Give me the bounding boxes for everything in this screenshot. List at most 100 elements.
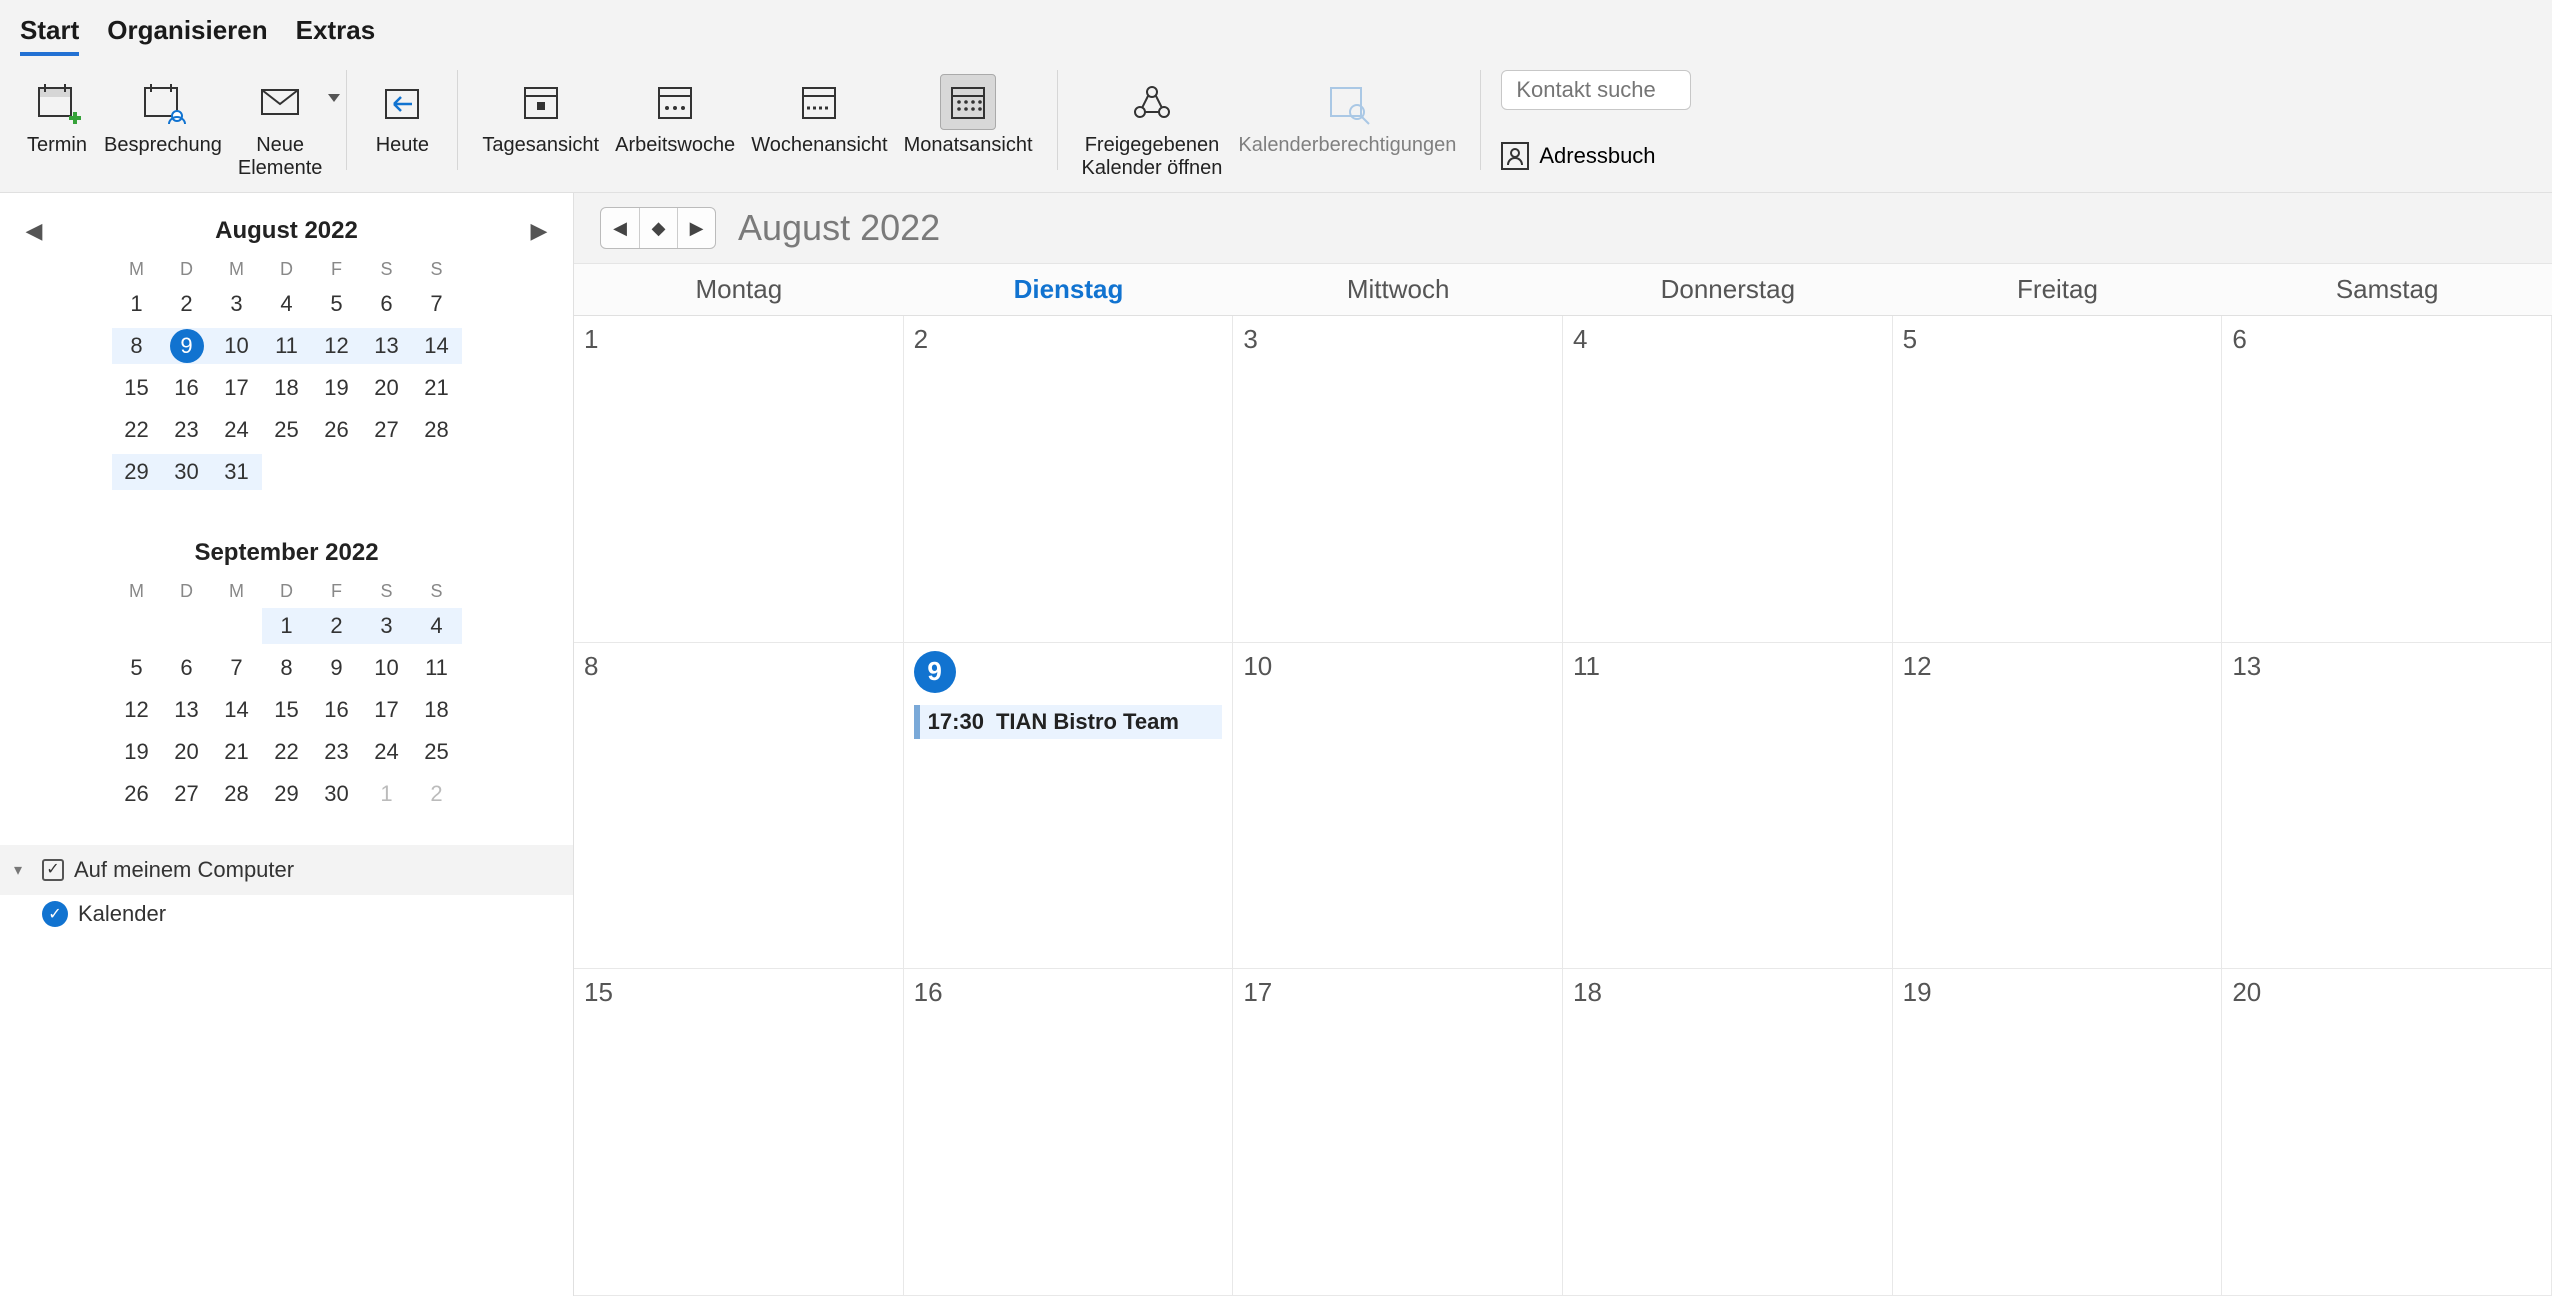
mini-cal-day[interactable]: 13 (362, 328, 412, 364)
day-cell[interactable]: 8 (574, 643, 904, 970)
ribbon-tagesansicht[interactable]: Tagesansicht (478, 70, 603, 161)
day-cell[interactable]: 11 (1563, 643, 1893, 970)
mini-cal-day[interactable]: 26 (112, 776, 162, 812)
mini-cal-day[interactable]: 23 (312, 734, 362, 770)
mini-cal-day[interactable]: 29 (112, 454, 162, 490)
mini-cal-day[interactable]: 15 (112, 370, 162, 406)
mini-cal-day[interactable]: 29 (262, 776, 312, 812)
mini-cal-day[interactable]: 11 (412, 650, 462, 686)
mini-cal-day[interactable]: 30 (162, 454, 212, 490)
mini-cal-prev[interactable]: ◀ (20, 217, 48, 245)
mini-cal-day[interactable]: 25 (262, 412, 312, 448)
ribbon-arbeitswoche[interactable]: Arbeitswoche (611, 70, 739, 161)
ribbon-wochenansicht[interactable]: Wochenansicht (747, 70, 891, 161)
mini-cal-day[interactable]: 22 (112, 412, 162, 448)
mini-cal-day[interactable]: 24 (362, 734, 412, 770)
mini-cal-day[interactable]: 10 (362, 650, 412, 686)
contact-search-input[interactable] (1501, 70, 1691, 110)
checkbox-icon[interactable]: ✓ (42, 859, 64, 881)
mini-cal-day[interactable]: 14 (212, 692, 262, 728)
day-cell[interactable]: 3 (1233, 316, 1563, 643)
mini-cal-day[interactable]: 22 (262, 734, 312, 770)
ribbon-freigegeben[interactable]: Freigegebenen Kalender öffnen (1078, 70, 1227, 184)
mini-cal-day[interactable]: 21 (212, 734, 262, 770)
mini-cal-day[interactable]: 5 (312, 286, 362, 322)
mini-cal-day[interactable]: 9 (162, 328, 212, 364)
mini-cal-day[interactable]: 3 (212, 286, 262, 322)
day-cell[interactable]: 19 (1893, 969, 2223, 1296)
ribbon-termin[interactable]: Termin (22, 70, 92, 161)
mini-cal-day[interactable]: 14 (412, 328, 462, 364)
mini-cal-day[interactable]: 1 (262, 608, 312, 644)
day-cell[interactable]: 20 (2222, 969, 2552, 1296)
mini-cal-day[interactable]: 12 (312, 328, 362, 364)
cal-today-button[interactable]: ◆ (639, 208, 677, 248)
mini-cal-day[interactable]: 15 (262, 692, 312, 728)
mini-cal-day[interactable]: 2 (162, 286, 212, 322)
day-cell[interactable]: 4 (1563, 316, 1893, 643)
mini-cal-day[interactable]: 1 (112, 286, 162, 322)
mini-cal-day[interactable]: 5 (112, 650, 162, 686)
mini-cal-day[interactable]: 20 (362, 370, 412, 406)
tree-kalender[interactable]: ✓ Kalender (0, 895, 573, 933)
mini-cal-day[interactable]: 12 (112, 692, 162, 728)
ribbon-besprechung[interactable]: Besprechung (100, 70, 226, 161)
day-cell[interactable]: 18 (1563, 969, 1893, 1296)
mini-cal-day[interactable]: 19 (312, 370, 362, 406)
mini-cal-day[interactable]: 1 (362, 776, 412, 812)
day-cell[interactable]: 6 (2222, 316, 2552, 643)
day-cell[interactable]: 15 (574, 969, 904, 1296)
mini-cal-day[interactable]: 6 (362, 286, 412, 322)
day-cell[interactable]: 17 (1233, 969, 1563, 1296)
mini-cal-day[interactable]: 20 (162, 734, 212, 770)
mini-cal-day[interactable]: 24 (212, 412, 262, 448)
tab-extras[interactable]: Extras (296, 9, 376, 56)
mini-cal-day[interactable]: 2 (412, 776, 462, 812)
mini-cal-day[interactable]: 3 (362, 608, 412, 644)
mini-cal-day[interactable]: 16 (312, 692, 362, 728)
mini-cal-day[interactable]: 4 (412, 608, 462, 644)
tree-root[interactable]: ▾ ✓ Auf meinem Computer (10, 851, 563, 889)
tab-organisieren[interactable]: Organisieren (107, 9, 267, 56)
mini-cal-day[interactable]: 10 (212, 328, 262, 364)
mini-cal-day[interactable]: 18 (412, 692, 462, 728)
ribbon-neue-elemente[interactable]: Neue Elemente (234, 70, 327, 184)
mini-cal-day[interactable]: 21 (412, 370, 462, 406)
mini-cal-day[interactable]: 9 (312, 650, 362, 686)
cal-next-button[interactable]: ▶ (677, 208, 715, 248)
ribbon-heute[interactable]: Heute (367, 70, 437, 161)
mini-cal-day[interactable]: 16 (162, 370, 212, 406)
mini-cal-day[interactable]: 28 (212, 776, 262, 812)
mini-cal-day[interactable]: 7 (412, 286, 462, 322)
day-cell[interactable]: 13 (2222, 643, 2552, 970)
cal-prev-button[interactable]: ◀ (601, 208, 639, 248)
mini-cal-day[interactable]: 30 (312, 776, 362, 812)
mini-cal-next[interactable]: ▶ (525, 217, 553, 245)
day-cell[interactable]: 1 (574, 316, 904, 643)
mini-cal-day[interactable]: 28 (412, 412, 462, 448)
mini-cal-day[interactable]: 23 (162, 412, 212, 448)
mini-cal-day[interactable]: 8 (112, 328, 162, 364)
mini-cal-day[interactable]: 17 (212, 370, 262, 406)
mini-cal-day[interactable]: 27 (162, 776, 212, 812)
mini-cal-day[interactable]: 4 (262, 286, 312, 322)
mini-cal-day[interactable]: 19 (112, 734, 162, 770)
day-cell[interactable]: 12 (1893, 643, 2223, 970)
mini-cal-day[interactable]: 18 (262, 370, 312, 406)
mini-cal-day[interactable]: 25 (412, 734, 462, 770)
mini-cal-day[interactable]: 27 (362, 412, 412, 448)
mini-cal-day[interactable]: 8 (262, 650, 312, 686)
calendar-event[interactable]: 17:30TIAN Bistro Team (914, 705, 1223, 739)
adressbuch-button[interactable]: Adressbuch (1501, 142, 1655, 170)
mini-cal-day[interactable]: 11 (262, 328, 312, 364)
mini-cal-day[interactable]: 31 (212, 454, 262, 490)
day-cell[interactable]: 2 (904, 316, 1234, 643)
day-cell[interactable]: 10 (1233, 643, 1563, 970)
mini-cal-day[interactable]: 13 (162, 692, 212, 728)
day-cell[interactable]: 917:30TIAN Bistro Team (904, 643, 1234, 970)
mini-cal-day[interactable]: 6 (162, 650, 212, 686)
mini-cal-day[interactable]: 7 (212, 650, 262, 686)
ribbon-monatsansicht[interactable]: Monatsansicht (900, 70, 1037, 161)
day-cell[interactable]: 5 (1893, 316, 2223, 643)
mini-cal-day[interactable]: 26 (312, 412, 362, 448)
